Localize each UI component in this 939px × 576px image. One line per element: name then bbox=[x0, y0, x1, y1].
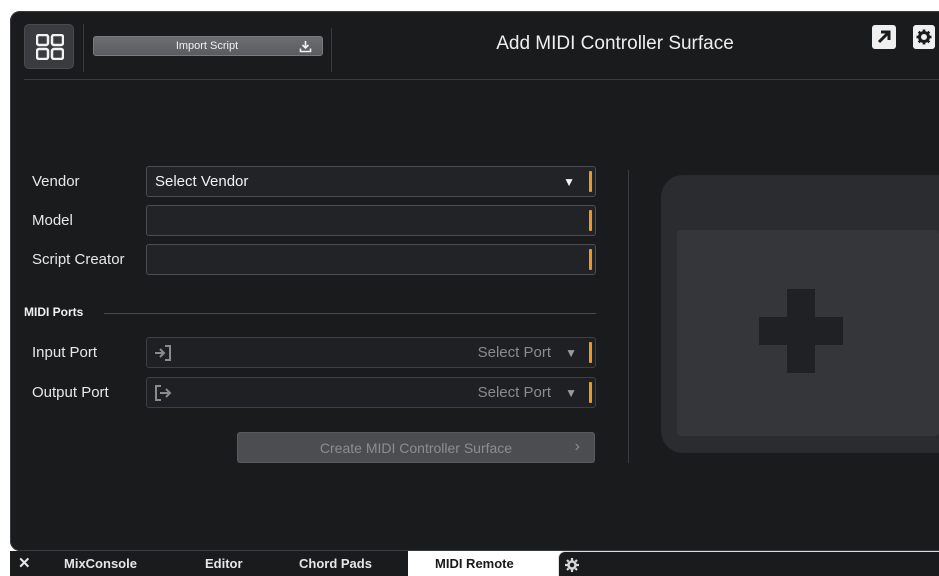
header-separator bbox=[24, 79, 939, 80]
create-surface-label: Create MIDI Controller Surface bbox=[319, 440, 513, 456]
midi-ports-heading: MIDI Ports bbox=[24, 305, 84, 319]
chevron-down-icon: ▼ bbox=[563, 175, 575, 189]
output-port-select[interactable]: Select Port ▼ bbox=[146, 377, 596, 408]
header-divider bbox=[83, 24, 84, 72]
input-port-value: Select Port bbox=[477, 344, 551, 361]
download-icon bbox=[299, 41, 312, 53]
settings-button[interactable] bbox=[913, 25, 935, 49]
grid-view-button[interactable] bbox=[24, 24, 74, 69]
input-port-label: Input Port bbox=[32, 344, 98, 361]
vendor-select[interactable]: Select Vendor ▼ bbox=[146, 166, 596, 197]
tab-mixconsole[interactable]: MixConsole bbox=[64, 556, 137, 571]
tab-bar-right bbox=[558, 551, 939, 576]
tab-chord-pads[interactable]: Chord Pads bbox=[299, 556, 372, 571]
popout-button[interactable] bbox=[872, 25, 896, 49]
create-surface-button[interactable]: Create MIDI Controller Surface › bbox=[237, 432, 595, 463]
chevron-down-icon: ▼ bbox=[565, 346, 577, 360]
header-divider-2 bbox=[331, 28, 332, 72]
input-port-icon bbox=[155, 345, 171, 361]
script-creator-field[interactable] bbox=[146, 244, 596, 275]
vendor-label: Vendor bbox=[32, 173, 80, 190]
model-label: Model bbox=[32, 212, 73, 229]
output-port-label: Output Port bbox=[32, 384, 109, 401]
model-field[interactable] bbox=[146, 205, 596, 236]
arrow-up-right-icon bbox=[877, 30, 891, 44]
chevron-right-icon: › bbox=[574, 438, 580, 455]
vertical-divider bbox=[628, 170, 629, 463]
output-port-value: Select Port bbox=[477, 384, 551, 401]
tab-editor[interactable]: Editor bbox=[205, 556, 243, 571]
tab-midi-remote[interactable]: MIDI Remote bbox=[408, 551, 558, 576]
import-script-button[interactable]: Import Script bbox=[93, 36, 323, 56]
grid-icon bbox=[36, 34, 64, 60]
field-accent bbox=[589, 342, 592, 363]
field-accent bbox=[589, 249, 592, 270]
close-icon[interactable]: ✕ bbox=[18, 554, 31, 572]
gear-icon bbox=[916, 29, 932, 45]
chevron-down-icon: ▼ bbox=[565, 386, 577, 400]
script-creator-label: Script Creator bbox=[32, 251, 125, 268]
page-title: Add MIDI Controller Surface bbox=[496, 33, 734, 54]
plus-icon-vertical bbox=[787, 289, 815, 373]
input-port-select[interactable]: Select Port ▼ bbox=[146, 337, 596, 368]
field-accent bbox=[589, 171, 592, 192]
import-script-label: Import Script bbox=[175, 40, 239, 52]
field-accent bbox=[589, 210, 592, 231]
section-divider bbox=[104, 313, 596, 314]
vendor-value: Select Vendor bbox=[155, 173, 249, 190]
field-accent bbox=[589, 382, 592, 403]
tab-midi-remote-label: MIDI Remote bbox=[435, 556, 514, 571]
gear-icon[interactable] bbox=[564, 557, 580, 573]
output-port-icon bbox=[155, 385, 172, 401]
